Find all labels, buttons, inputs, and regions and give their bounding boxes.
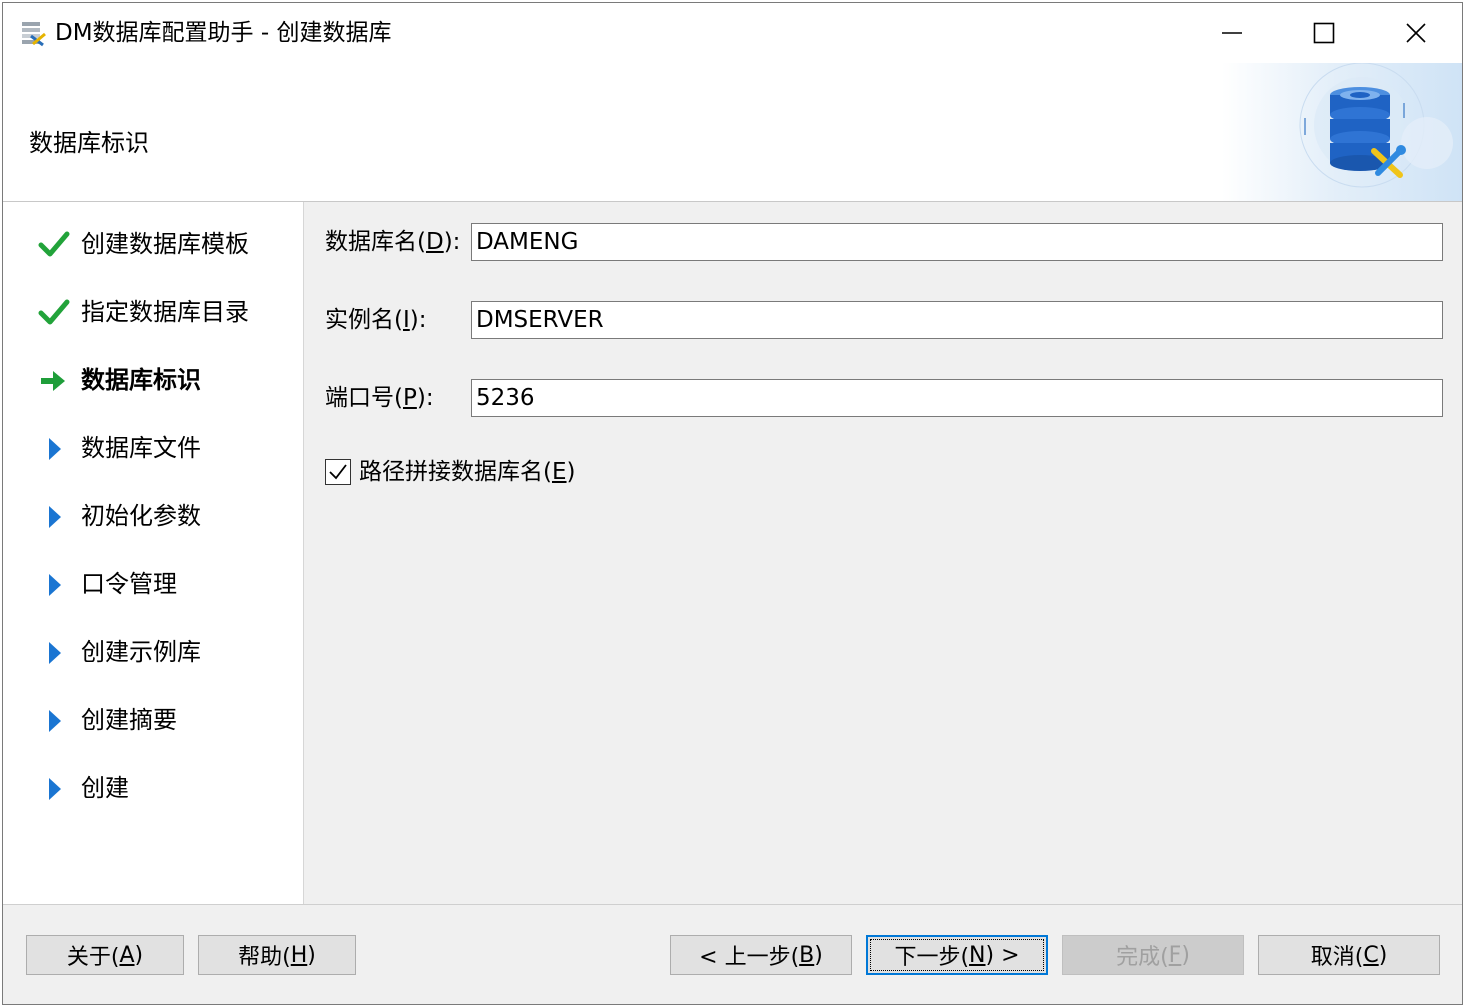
nav-step-summary: 创建摘要 (3, 698, 303, 742)
instance-name-label: 实例名(I): (325, 307, 427, 333)
nav-step-password-mgmt: 口令管理 (3, 562, 303, 606)
close-icon (1406, 23, 1426, 43)
maximize-button[interactable] (1278, 3, 1370, 63)
next-button[interactable]: 下一步(N) > (866, 935, 1048, 975)
close-button[interactable] (1370, 3, 1462, 63)
nav-step-label: 口令管理 (81, 570, 177, 598)
wizard-header: 数据库标识 (3, 62, 1462, 202)
triangle-right-icon (49, 506, 61, 528)
nav-step-label: 数据库文件 (81, 434, 201, 462)
footer-divider (3, 904, 1462, 905)
checkmark-icon (38, 231, 70, 257)
cancel-button[interactable]: 取消(C) (1258, 935, 1440, 975)
minimize-icon (1222, 32, 1242, 34)
about-button[interactable]: 关于(A) (26, 935, 184, 975)
path-concat-label[interactable]: 路径拼接数据库名(E) (359, 455, 576, 489)
nav-step-label: 创建示例库 (81, 638, 201, 666)
nav-step-label: 初始化参数 (81, 502, 201, 530)
nav-step-label: 创建摘要 (81, 706, 177, 734)
wizard-steps-nav: 创建数据库模板 指定数据库目录 数据库标识 数据库文件 初始化参数 口令管理 创… (3, 202, 304, 904)
nav-step-label: 创建 (81, 774, 129, 802)
nav-step-init-params: 初始化参数 (3, 494, 303, 538)
db-name-input[interactable] (471, 223, 1443, 261)
header-banner (1222, 62, 1462, 201)
minimize-button[interactable] (1186, 3, 1278, 63)
arrow-right-icon (41, 371, 65, 391)
database-wrench-icon (1299, 62, 1453, 188)
triangle-right-icon (49, 438, 61, 460)
db-name-label: 数据库名(D): (325, 229, 461, 255)
checkmark-icon (329, 464, 347, 480)
window-title: DM数据库配置助手 - 创建数据库 (55, 20, 392, 46)
triangle-right-icon (49, 642, 61, 664)
checkmark-icon (38, 299, 70, 325)
finish-button[interactable]: 完成(F) (1062, 935, 1244, 975)
nav-step-label: 指定数据库目录 (81, 298, 249, 326)
nav-step-specify-directory: 指定数据库目录 (3, 290, 303, 334)
port-label: 端口号(P): (325, 385, 434, 411)
config-assistant-window: DM数据库配置助手 - 创建数据库 数据库标识 创建数据库模板 指定数据库目录 … (2, 2, 1463, 1005)
nav-step-label: 创建数据库模板 (81, 230, 249, 258)
page-title: 数据库标识 (29, 129, 149, 157)
nav-step-create-template: 创建数据库模板 (3, 222, 303, 266)
triangle-right-icon (49, 778, 61, 800)
db-config-app-icon (22, 22, 46, 47)
nav-step-create: 创建 (3, 766, 303, 810)
triangle-right-icon (49, 710, 61, 732)
nav-step-db-files: 数据库文件 (3, 426, 303, 470)
triangle-right-icon (49, 574, 61, 596)
title-bar[interactable]: DM数据库配置助手 - 创建数据库 (3, 3, 1462, 63)
path-concat-checkbox[interactable] (325, 459, 351, 485)
maximize-icon (1313, 22, 1335, 44)
help-button[interactable]: 帮助(H) (198, 935, 356, 975)
nav-step-sample-db: 创建示例库 (3, 630, 303, 674)
port-input[interactable] (471, 379, 1443, 417)
nav-step-label: 数据库标识 (81, 366, 201, 394)
nav-step-db-identity: 数据库标识 (3, 358, 303, 402)
instance-name-input[interactable] (471, 301, 1443, 339)
back-button[interactable]: < 上一步(B) (670, 935, 852, 975)
